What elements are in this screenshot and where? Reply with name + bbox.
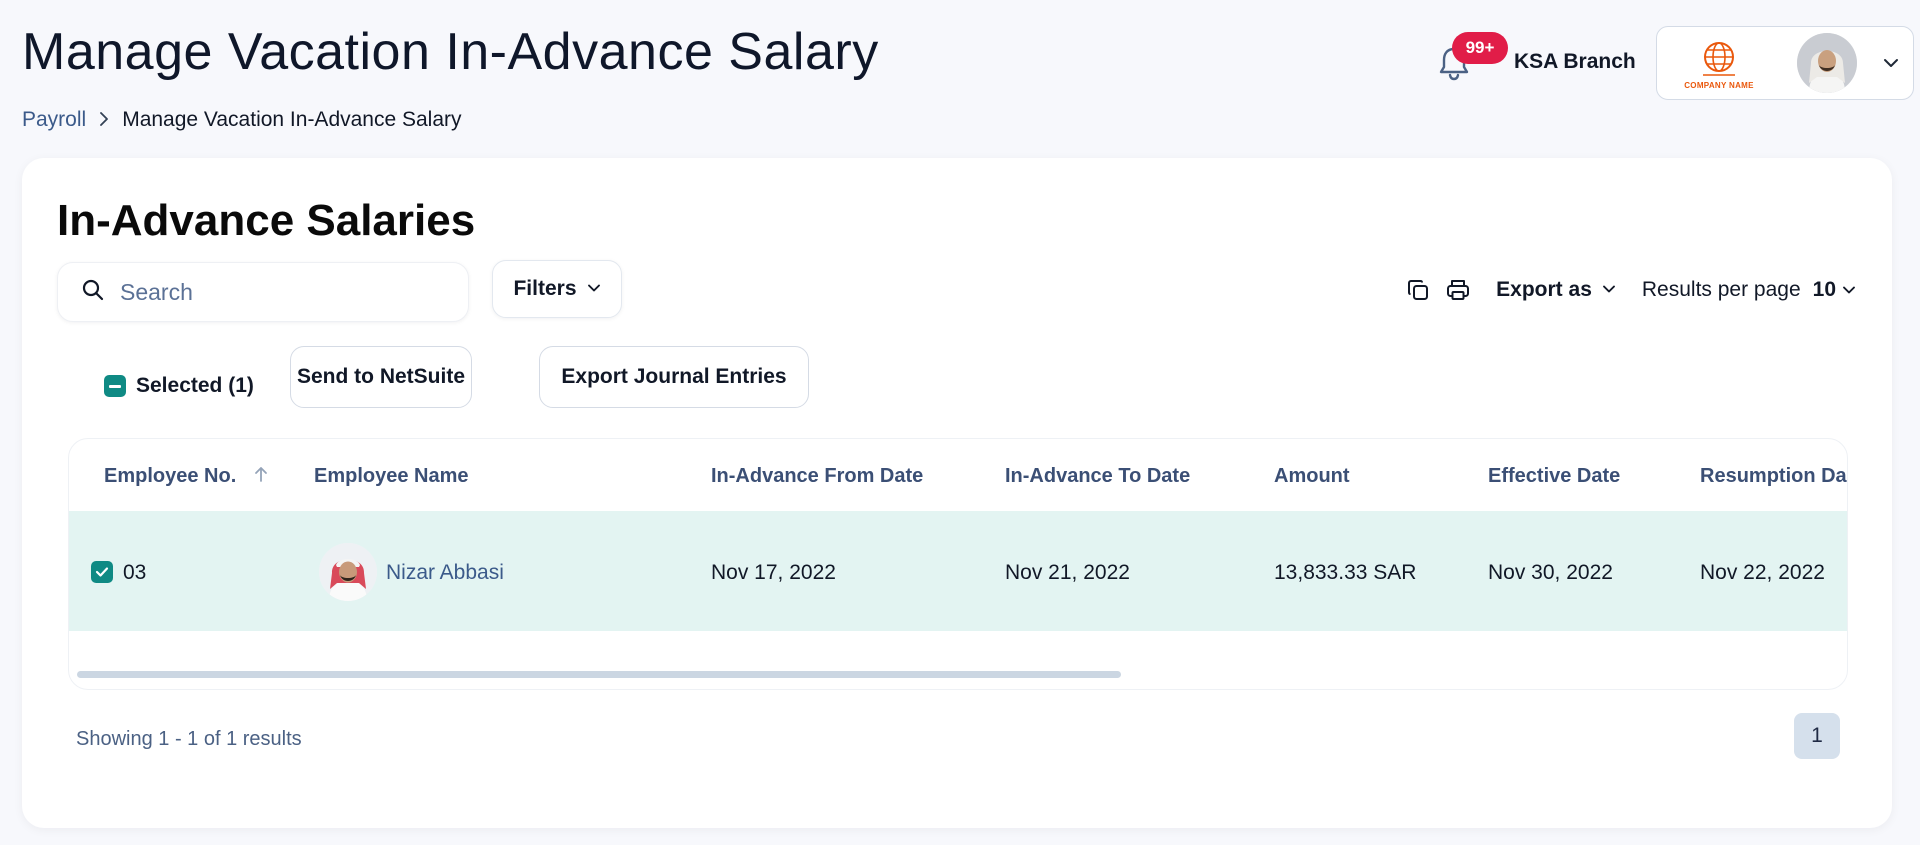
cell-employee-no: 03 bbox=[123, 561, 147, 584]
cell-from-date: Nov 17, 2022 bbox=[711, 561, 836, 584]
results-per-page: Results per page 10 bbox=[1642, 278, 1856, 302]
breadcrumb-payroll-link[interactable]: Payroll bbox=[22, 108, 86, 132]
globe-icon bbox=[1703, 41, 1735, 76]
cell-resumption-date: Nov 22, 2022 bbox=[1700, 561, 1825, 584]
breadcrumb-current: Manage Vacation In-Advance Salary bbox=[122, 108, 462, 131]
chevron-down-icon bbox=[1602, 278, 1616, 302]
filters-button[interactable]: Filters bbox=[492, 260, 622, 318]
notification-badge: 99+ bbox=[1452, 32, 1508, 64]
column-header-employee-no[interactable]: Employee No. bbox=[104, 465, 268, 488]
checkmark-icon bbox=[95, 567, 109, 577]
table-row[interactable]: 03 Nizar Abbasi Nov 17, 2022 Nov 21, 202… bbox=[69, 511, 1847, 631]
column-header-employee-name[interactable]: Employee Name bbox=[314, 465, 469, 488]
breadcrumb: Payroll Manage Vacation In-Advance Salar… bbox=[22, 108, 462, 132]
cell-employee-name-link[interactable]: Nizar Abbasi bbox=[386, 561, 504, 585]
selected-count: Selected (1) bbox=[136, 374, 254, 397]
chevron-down-icon[interactable] bbox=[1881, 53, 1901, 73]
cell-amount: 13,833.33 SAR bbox=[1274, 561, 1417, 584]
select-all-checkbox[interactable] bbox=[104, 375, 126, 397]
selection-summary: Selected (1) bbox=[104, 366, 254, 406]
results-per-page-select[interactable]: 10 bbox=[1813, 278, 1856, 302]
copy-icon[interactable] bbox=[1404, 276, 1432, 304]
user-avatar bbox=[1797, 33, 1857, 93]
horizontal-scrollbar[interactable] bbox=[77, 671, 1121, 678]
print-icon[interactable] bbox=[1444, 276, 1472, 304]
column-header-effective-date[interactable]: Effective Date bbox=[1488, 465, 1620, 488]
in-advance-salaries-card: In-Advance Salaries Filters Export as Re… bbox=[22, 158, 1892, 828]
chevron-down-icon bbox=[1843, 286, 1855, 294]
column-header-to-date[interactable]: In-Advance To Date bbox=[1005, 465, 1190, 488]
send-to-netsuite-button[interactable]: Send to NetSuite bbox=[290, 346, 472, 408]
employee-avatar bbox=[319, 543, 377, 601]
column-header-from-date[interactable]: In-Advance From Date bbox=[711, 465, 923, 488]
column-header-amount[interactable]: Amount bbox=[1274, 465, 1350, 488]
filters-label: Filters bbox=[513, 277, 577, 300]
card-title: In-Advance Salaries bbox=[57, 196, 476, 245]
sort-arrow-up-icon[interactable] bbox=[254, 465, 268, 488]
table-header: Employee No. Employee Name In-Advance Fr… bbox=[69, 439, 1847, 511]
results-summary: Showing 1 - 1 of 1 results bbox=[76, 728, 302, 750]
page-title: Manage Vacation In-Advance Salary bbox=[22, 23, 879, 81]
export-as-label: Export as bbox=[1496, 278, 1592, 301]
results-per-page-value: 10 bbox=[1812, 278, 1836, 301]
branch-label: KSA Branch bbox=[1514, 50, 1636, 73]
cell-to-date: Nov 21, 2022 bbox=[1005, 561, 1130, 584]
chevron-right-icon bbox=[98, 109, 110, 132]
row-checkbox[interactable] bbox=[91, 561, 113, 583]
search-icon bbox=[82, 279, 104, 306]
company-logo-text: COMPANY NAME bbox=[1684, 80, 1754, 90]
company-logo: COMPANY NAME bbox=[1671, 35, 1767, 93]
column-header-resumption-date[interactable]: Resumption Da bbox=[1700, 465, 1847, 488]
export-journal-entries-button[interactable]: Export Journal Entries bbox=[539, 346, 809, 408]
table-toolbar: Export as Results per page 10 bbox=[1404, 274, 1856, 306]
account-switcher[interactable]: COMPANY NAME bbox=[1656, 26, 1914, 100]
export-as-dropdown[interactable]: Export as bbox=[1496, 278, 1616, 302]
results-per-page-label: Results per page bbox=[1641, 278, 1801, 301]
pagination-page-1[interactable]: 1 bbox=[1794, 713, 1840, 759]
chevron-down-icon bbox=[587, 277, 601, 301]
search-input[interactable] bbox=[120, 278, 420, 306]
search-box[interactable] bbox=[57, 262, 469, 322]
in-advance-salaries-table: Employee No. Employee Name In-Advance Fr… bbox=[68, 438, 1848, 690]
cell-effective-date: Nov 30, 2022 bbox=[1488, 561, 1613, 584]
